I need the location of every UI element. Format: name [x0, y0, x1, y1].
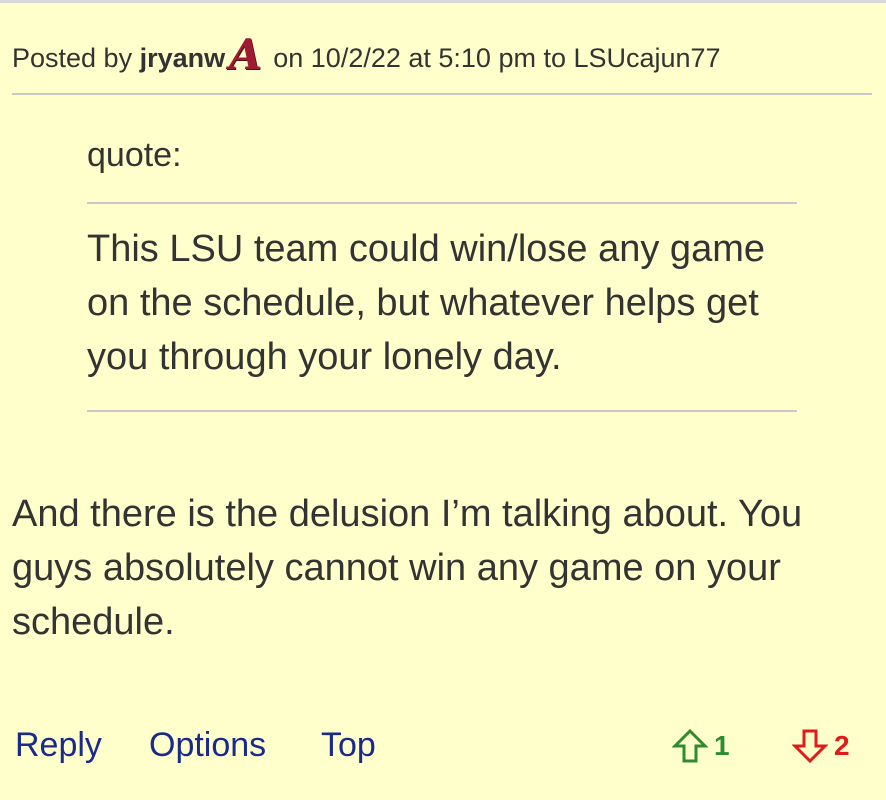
post-body: And there is the delusion I’m talking ab…: [12, 493, 803, 643]
options-link[interactable]: Options: [149, 720, 266, 770]
quote-block: quote: This LSU team could win/lose any …: [87, 130, 797, 412]
upvote-count: 1: [714, 730, 730, 761]
quote-divider-top: [87, 202, 797, 204]
top-border: [0, 0, 886, 3]
upvote-button[interactable]: 1: [672, 726, 730, 766]
author-username[interactable]: jryanw: [140, 43, 226, 73]
post-header: Posted by jryanwA on 10/2/22 at 5:10 pm …: [12, 30, 872, 80]
post-meta: on 10/2/22 at 5:10 pm to LSUcajun77: [273, 43, 721, 73]
arrow-down-icon: [792, 729, 828, 764]
reply-link[interactable]: Reply: [15, 720, 102, 770]
team-logo-icon: A: [229, 30, 262, 79]
arrow-up-icon: [672, 728, 708, 763]
quote-label: quote:: [87, 136, 182, 174]
header-divider: [12, 93, 872, 95]
downvote-button[interactable]: 2: [792, 726, 850, 766]
top-link[interactable]: Top: [321, 720, 376, 770]
downvote-count: 2: [834, 730, 850, 761]
posted-by-label: Posted by: [12, 43, 133, 73]
quote-divider-bottom: [87, 410, 797, 412]
quote-text: This LSU team could win/lose any game on…: [87, 228, 765, 378]
post-actions: Reply Options Top 1 2: [15, 720, 875, 770]
